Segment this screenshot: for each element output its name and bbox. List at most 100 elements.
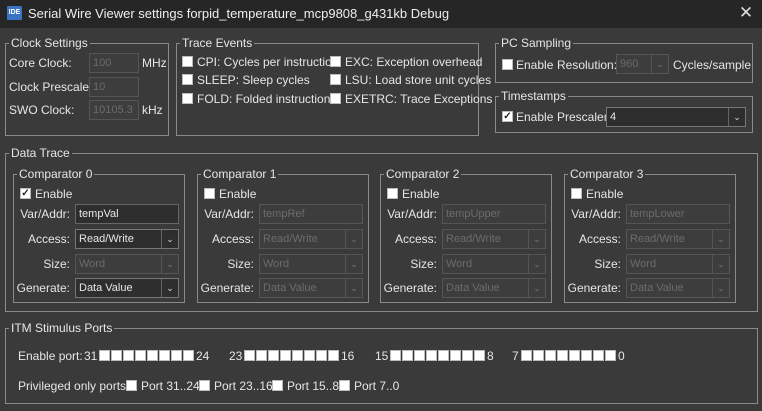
timestamps-prescaler-value: 4 <box>610 111 617 123</box>
comparator-enable-checkbox[interactable] <box>387 188 398 199</box>
port-checkbox[interactable] <box>414 350 425 361</box>
port-checkbox[interactable] <box>171 350 182 361</box>
comparator-enable-label: Enable <box>35 187 73 201</box>
access-select[interactable]: Read/Write ⌄ <box>259 229 363 249</box>
port-checkbox[interactable] <box>426 350 437 361</box>
privileged-port-checkbox[interactable] <box>272 380 283 391</box>
privileged-port-checkbox[interactable] <box>339 380 350 391</box>
port-checkbox[interactable] <box>244 350 255 361</box>
comparator-title: Comparator 2 <box>386 167 460 181</box>
var-addr-input[interactable]: tempLower <box>626 204 730 224</box>
cpi-checkbox[interactable] <box>182 56 193 67</box>
cpi-label: CPI: Cycles per instruction <box>197 55 339 69</box>
generate-label: Generate: <box>16 281 70 295</box>
comparator-enable-checkbox[interactable]: ✓ <box>20 188 31 199</box>
privileged-port-checkbox[interactable] <box>126 380 137 391</box>
size-label: Size: <box>227 257 254 271</box>
port-checkbox[interactable] <box>521 350 532 361</box>
port-checkbox[interactable] <box>183 350 194 361</box>
generate-select[interactable]: Data Value ⌄ <box>259 278 363 298</box>
pc-sampling-legend: PC Sampling <box>501 36 572 50</box>
size-value: Word <box>263 258 290 270</box>
lsu-checkbox[interactable] <box>330 74 341 85</box>
port-checkbox[interactable] <box>569 350 580 361</box>
var-addr-label: Var/Addr: <box>20 207 70 221</box>
port-checkbox[interactable] <box>462 350 473 361</box>
port-checkbox[interactable] <box>111 350 122 361</box>
timestamps-prescaler-label: Prescaler: <box>557 110 612 124</box>
privileged-port-label: Port 15..8 <box>287 379 340 393</box>
generate-select[interactable]: Data Value ⌄ <box>75 278 179 298</box>
chevron-down-icon: ⌄ <box>528 230 545 248</box>
port-checkbox[interactable] <box>316 350 327 361</box>
resolution-select[interactable]: 960 ⌄ <box>616 54 669 74</box>
port-checkbox[interactable] <box>605 350 616 361</box>
port-checkbox[interactable] <box>390 350 401 361</box>
port-checkbox[interactable] <box>256 350 267 361</box>
pc-sampling-enable-checkbox[interactable] <box>502 59 513 70</box>
port-checkbox[interactable] <box>450 350 461 361</box>
size-label: Size: <box>410 257 437 271</box>
exc-label: EXC: Exception overhead <box>345 55 483 69</box>
trace-events-legend: Trace Events <box>182 36 253 50</box>
size-select[interactable]: Word ⌄ <box>75 254 179 274</box>
port-checkbox[interactable] <box>280 350 291 361</box>
port-range-end: 24 <box>196 349 210 363</box>
chevron-down-icon: ⌄ <box>528 255 545 273</box>
clock-prescaler-input[interactable]: 10 <box>89 77 139 97</box>
exc-checkbox[interactable] <box>330 56 341 67</box>
access-select[interactable]: Read/Write ⌄ <box>626 229 730 249</box>
chevron-down-icon: ⌄ <box>161 255 178 273</box>
var-addr-input[interactable]: tempVal <box>75 204 179 224</box>
timestamps-enable-checkbox[interactable]: ✓ <box>502 111 513 122</box>
port-checkbox[interactable] <box>557 350 568 361</box>
generate-select[interactable]: Data Value ⌄ <box>626 278 730 298</box>
port-checkbox[interactable] <box>474 350 485 361</box>
var-addr-input[interactable]: tempRef <box>259 204 363 224</box>
port-checkbox[interactable] <box>268 350 279 361</box>
privileged-port-checkbox[interactable] <box>199 380 210 391</box>
port-checkbox[interactable] <box>292 350 303 361</box>
access-select[interactable]: Read/Write ⌄ <box>75 229 179 249</box>
var-addr-input[interactable]: tempUpper <box>442 204 546 224</box>
port-checkbox[interactable] <box>147 350 158 361</box>
resolution-label: Resolution: <box>557 58 618 72</box>
port-checkbox[interactable] <box>123 350 134 361</box>
port-checkbox[interactable] <box>328 350 339 361</box>
port-checkbox[interactable] <box>135 350 146 361</box>
port-checkbox[interactable] <box>402 350 413 361</box>
port-checkbox[interactable] <box>159 350 170 361</box>
port-checkbox[interactable] <box>99 350 110 361</box>
port-checkbox[interactable] <box>581 350 592 361</box>
swo-clock-label: SWO Clock: <box>9 103 75 117</box>
close-icon[interactable]: ✕ <box>736 3 756 23</box>
port-checkbox[interactable] <box>545 350 556 361</box>
core-clock-input[interactable]: 100 <box>89 53 139 73</box>
size-value: Word <box>630 258 657 270</box>
sleep-checkbox[interactable] <box>182 74 193 85</box>
generate-select[interactable]: Data Value ⌄ <box>442 278 546 298</box>
timestamps-prescaler-select[interactable]: 4 ⌄ <box>606 107 746 127</box>
chevron-down-icon: ⌄ <box>712 279 729 297</box>
comparator-enable-checkbox[interactable] <box>204 188 215 199</box>
port-checkbox[interactable] <box>304 350 315 361</box>
size-select[interactable]: Word ⌄ <box>259 254 363 274</box>
fold-label: FOLD: Folded instructions <box>197 92 337 106</box>
var-addr-label: Var/Addr: <box>387 207 437 221</box>
swo-clock-input[interactable]: 10105.3 <box>89 100 139 120</box>
size-select[interactable]: Word ⌄ <box>442 254 546 274</box>
access-select[interactable]: Read/Write ⌄ <box>442 229 546 249</box>
comparator-enable-checkbox[interactable] <box>571 188 582 199</box>
size-select[interactable]: Word ⌄ <box>626 254 730 274</box>
access-label: Access: <box>27 232 70 246</box>
timestamps-legend: Timestamps <box>501 89 566 103</box>
fold-checkbox[interactable] <box>182 93 193 104</box>
resolution-unit: Cycles/sample <box>673 58 752 72</box>
access-value: Read/Write <box>630 233 685 245</box>
port-checkbox[interactable] <box>438 350 449 361</box>
port-checkbox[interactable] <box>533 350 544 361</box>
port-checkbox[interactable] <box>593 350 604 361</box>
pc-sampling-enable-label: Enable <box>516 58 554 72</box>
comparator-enable-label: Enable <box>219 187 257 201</box>
exetrc-checkbox[interactable] <box>330 93 341 104</box>
